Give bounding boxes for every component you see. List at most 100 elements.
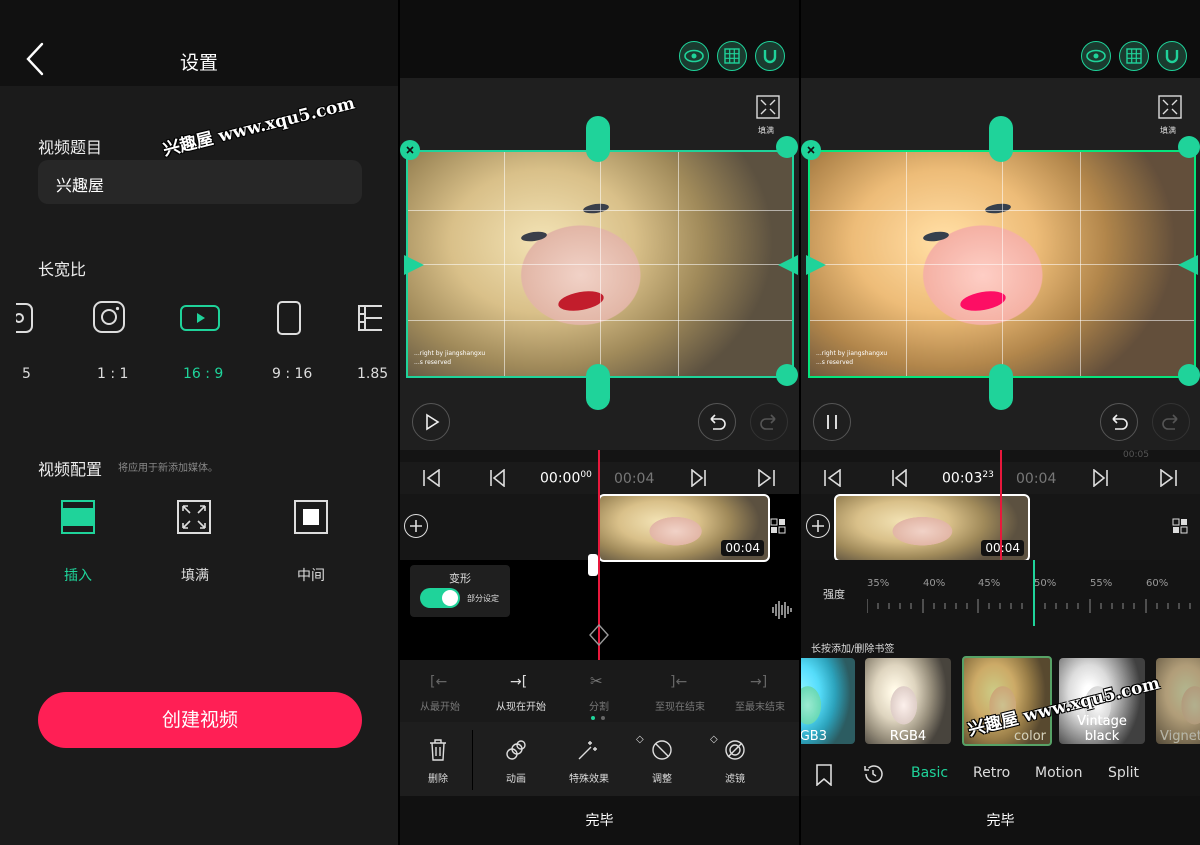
redo-button[interactable]: [1152, 403, 1190, 441]
right-resize-handle[interactable]: [778, 255, 799, 279]
filter-tool[interactable]: 滤镜: [718, 770, 752, 785]
trim-handle[interactable]: [588, 554, 598, 576]
bottom-resize-handle[interactable]: [586, 364, 610, 410]
fill-icon[interactable]: [177, 500, 211, 538]
skip-start-icon[interactable]: [823, 468, 843, 491]
redo-button[interactable]: [750, 403, 788, 441]
bookmark-icon[interactable]: [815, 764, 833, 790]
filter-thumb-gb3[interactable]: GB3: [801, 658, 855, 744]
scale-corner-handle[interactable]: [1178, 364, 1200, 386]
aspect-ratio-1-1[interactable]: 1 : 1: [97, 366, 128, 382]
trim-from-start[interactable]: 从最开始: [414, 698, 466, 713]
portrait-partial-icon[interactable]: [16, 302, 38, 334]
adjust-tool[interactable]: 调整: [646, 770, 678, 785]
rotate-corner-handle[interactable]: [1178, 136, 1200, 158]
waveform-icon[interactable]: [768, 596, 796, 628]
right-resize-handle[interactable]: [1178, 255, 1200, 279]
magnet-icon[interactable]: [1157, 41, 1187, 71]
trim-to-now-icon: ]←: [670, 674, 688, 690]
eye-icon[interactable]: [679, 41, 709, 71]
create-video-button[interactable]: 创建视频: [38, 692, 362, 748]
next-frame-icon[interactable]: [1090, 468, 1110, 491]
settings-panel: 设置 视频题目 兴趣屋 长宽比 5 1 : 1 16 : 9 9 : 16 1.…: [0, 0, 398, 845]
center-icon[interactable]: [294, 500, 328, 538]
grid-icon[interactable]: [1119, 41, 1149, 71]
aspect-ratio-16-9[interactable]: 16 : 9: [183, 366, 223, 382]
skip-end-icon[interactable]: [756, 468, 776, 491]
skip-start-icon[interactable]: [422, 468, 442, 491]
transform-toggle[interactable]: [420, 588, 460, 608]
adjust-icon[interactable]: [650, 738, 674, 766]
left-resize-handle[interactable]: [804, 255, 826, 279]
photo-layer[interactable]: ...right by jiangshangxu ...s reserved: [406, 150, 794, 378]
intensity-tick-40: 40%: [923, 578, 946, 589]
prev-frame-icon[interactable]: [488, 468, 508, 491]
skip-end-icon[interactable]: [1158, 468, 1178, 491]
intensity-indicator[interactable]: [1033, 560, 1035, 626]
config-center[interactable]: 中间: [297, 565, 325, 585]
rotate-corner-handle[interactable]: [776, 136, 798, 158]
filter-icon[interactable]: [723, 738, 747, 766]
special-effects-tool[interactable]: 特殊效果: [562, 770, 616, 785]
instagram-icon[interactable]: [93, 301, 125, 337]
eye-icon[interactable]: [1081, 41, 1111, 71]
left-resize-handle[interactable]: [402, 255, 424, 279]
photo-credit-line1: ...right by jiangshangxu: [414, 350, 486, 357]
filter-label-gb3: GB3: [801, 729, 827, 744]
insert-icon[interactable]: [61, 500, 95, 538]
keyframe-diamond-icon[interactable]: [589, 623, 609, 650]
top-resize-handle[interactable]: [989, 116, 1013, 162]
clip-grid-icon[interactable]: [1172, 518, 1194, 538]
tab-basic[interactable]: Basic: [911, 765, 948, 781]
end-time: 00:04: [1016, 471, 1057, 487]
bottom-resize-handle[interactable]: [989, 364, 1013, 410]
video-clip[interactable]: 00:04: [598, 494, 770, 562]
done-button[interactable]: 完毕: [400, 796, 799, 845]
add-clip-button[interactable]: [404, 514, 428, 538]
video-title-input[interactable]: 兴趣屋: [38, 160, 362, 204]
delete-tool[interactable]: 删除: [420, 770, 456, 785]
add-clip-button[interactable]: [806, 514, 830, 538]
close-corner-handle[interactable]: [801, 140, 821, 160]
config-insert[interactable]: 插入: [64, 565, 92, 585]
split-tool[interactable]: 分割: [576, 698, 622, 713]
playhead[interactable]: [1000, 450, 1002, 560]
prev-frame-icon[interactable]: [890, 468, 910, 491]
trim-to-now[interactable]: 至现在结束: [650, 698, 710, 713]
config-fill[interactable]: 填满: [181, 565, 209, 585]
youtube-icon[interactable]: [180, 305, 220, 335]
tab-split[interactable]: Split: [1108, 765, 1139, 781]
aspect-ratio-9-16[interactable]: 9 : 16: [272, 366, 312, 382]
play-button[interactable]: [412, 403, 450, 441]
trim-from-now[interactable]: 从现在开始: [490, 698, 552, 713]
clip-grid-icon[interactable]: [770, 518, 792, 538]
trash-icon[interactable]: [428, 738, 448, 766]
pause-button[interactable]: [813, 403, 851, 441]
history-icon[interactable]: [861, 762, 885, 790]
undo-button[interactable]: [1100, 403, 1138, 441]
premium-diamond-icon: ◇: [710, 734, 718, 745]
done-button[interactable]: 完毕: [801, 796, 1200, 845]
top-resize-handle[interactable]: [586, 116, 610, 162]
filter-thumb-vignette[interactable]: Vignette: [1156, 658, 1200, 744]
aspect-ratio-1-85[interactable]: 1.85: [357, 366, 388, 382]
animation-icon[interactable]: [504, 738, 528, 766]
close-corner-handle[interactable]: [400, 140, 420, 160]
next-frame-icon[interactable]: [688, 468, 708, 491]
filter-thumb-rgb4[interactable]: RGB4: [865, 658, 951, 744]
photo-layer[interactable]: ...right by jiangshangxu ...s reserved: [808, 150, 1196, 378]
film-icon[interactable]: [358, 305, 386, 335]
grid-icon[interactable]: [717, 41, 747, 71]
tab-retro[interactable]: Retro: [973, 765, 1010, 781]
aspect-ratio-5[interactable]: 5: [22, 366, 31, 382]
fill-screen-icon[interactable]: [1158, 95, 1182, 123]
undo-button[interactable]: [698, 403, 736, 441]
animation-tool[interactable]: 动画: [496, 770, 536, 785]
phone-portrait-icon[interactable]: [277, 301, 301, 339]
magic-wand-icon[interactable]: [576, 738, 600, 766]
magnet-icon[interactable]: [755, 41, 785, 71]
trim-to-end[interactable]: 至最末结束: [730, 698, 790, 713]
scale-corner-handle[interactable]: [776, 364, 798, 386]
tab-motion[interactable]: Motion: [1035, 765, 1082, 781]
fill-screen-icon[interactable]: [756, 95, 780, 123]
